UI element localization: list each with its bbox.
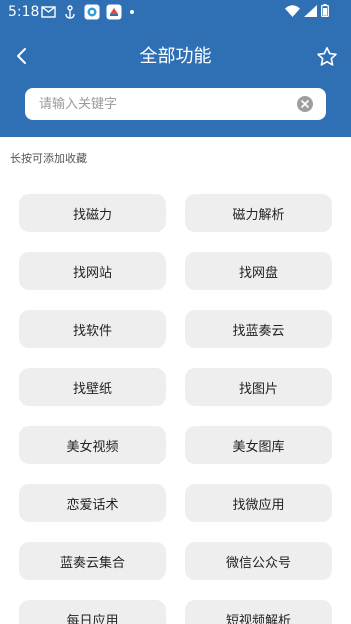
signal-icon <box>304 4 317 21</box>
notification-icons <box>40 4 134 20</box>
page-title: 全部功能 <box>139 46 212 67</box>
clear-search-icon[interactable] <box>297 96 313 112</box>
search-bar <box>25 88 326 120</box>
function-panel: 长按可添加收藏 找磁力 磁力解析 找网站 找网盘 找软件 找蓝奏云 找壁纸 找图… <box>0 137 351 624</box>
status-bar: 5:18 <box>0 0 351 24</box>
system-icons <box>285 4 329 21</box>
function-button[interactable]: 找蓝奏云 <box>185 310 332 348</box>
function-button[interactable]: 磁力解析 <box>185 194 332 232</box>
function-button[interactable]: 找磁力 <box>19 194 166 232</box>
function-button[interactable]: 找图片 <box>185 368 332 406</box>
function-button[interactable]: 找网站 <box>19 252 166 290</box>
battery-icon <box>321 4 329 21</box>
function-button[interactable]: 找网盘 <box>185 252 332 290</box>
wifi-icon <box>285 4 300 21</box>
app-header: 全部功能 <box>0 24 351 86</box>
function-button[interactable]: 美女图库 <box>185 426 332 464</box>
anchor-icon <box>62 4 78 20</box>
app-icon-b <box>106 4 122 20</box>
function-button[interactable]: 蓝奏云集合 <box>19 542 166 580</box>
search-input[interactable] <box>39 88 289 120</box>
hint-text: 长按可添加收藏 <box>10 152 87 165</box>
function-button[interactable]: 美女视频 <box>19 426 166 464</box>
star-icon[interactable] <box>315 45 339 69</box>
function-button[interactable]: 短视频解析 <box>185 600 332 624</box>
function-button[interactable]: 找软件 <box>19 310 166 348</box>
function-button[interactable]: 找微应用 <box>185 484 332 522</box>
function-button[interactable]: 恋爱话术 <box>19 484 166 522</box>
function-grid: 找磁力 磁力解析 找网站 找网盘 找软件 找蓝奏云 找壁纸 找图片 美女视频 美… <box>19 194 332 624</box>
more-notifications-dot <box>130 10 134 14</box>
status-time: 5:18 <box>8 4 40 20</box>
mail-icon <box>40 4 56 20</box>
function-button[interactable]: 找壁纸 <box>19 368 166 406</box>
function-button[interactable]: 每日应用 <box>19 600 166 624</box>
function-button[interactable]: 微信公众号 <box>185 542 332 580</box>
app-icon-a <box>84 4 100 20</box>
screen: 5:18 全部功能 请输入关键字 长按可添加收藏 找磁力 磁力解析 找网站 找网… <box>0 0 351 624</box>
